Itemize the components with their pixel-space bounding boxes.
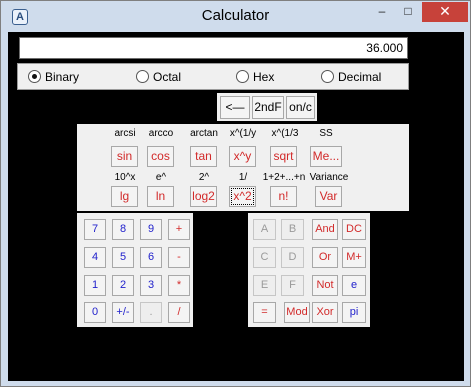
close-button[interactable]: ✕ [422,2,468,22]
key-1[interactable]: 1 [84,275,106,296]
key-3[interactable]: 3 [140,275,162,296]
title-bar[interactable]: A Calculator – □ ✕ [1,1,470,32]
key-dc[interactable]: DC [342,219,366,240]
key-mod[interactable]: Mod [284,302,310,323]
key-0[interactable]: 0 [84,302,106,323]
sin-button[interactable]: sin [111,146,138,167]
sqrt-button[interactable]: sqrt [270,146,297,167]
key-8[interactable]: 8 [112,219,134,240]
radio-octal-dot [136,70,149,83]
radio-decimal-dot [321,70,334,83]
lg-button[interactable]: lg [111,186,138,207]
radio-decimal-label: Decimal [338,70,382,84]
key-subtract[interactable]: - [168,247,190,268]
key-hex-b[interactable]: B [281,219,304,240]
key-memory-add[interactable]: M+ [342,247,366,268]
sci-label-ss: SS [319,128,333,139]
mean-button[interactable]: Me... [310,146,342,167]
sci-label-variance: Variance [309,172,349,183]
key-9[interactable]: 9 [140,219,162,240]
key-hex-f[interactable]: F [281,275,304,296]
sci-label-arccos: arcco [148,128,174,139]
power-button[interactable]: x^y [229,146,256,167]
backspace-button[interactable]: <— [220,96,250,119]
key-pi[interactable]: pi [342,302,366,323]
key-or[interactable]: Or [312,247,338,268]
clear-button[interactable]: on/c [286,96,315,119]
square-button[interactable]: x^2 [229,186,256,207]
tan-button[interactable]: tan [190,146,217,167]
key-add[interactable]: + [168,219,190,240]
sci-label-cuberoot: x^(1/3 [271,128,299,139]
key-5[interactable]: 5 [112,247,134,268]
maximize-button[interactable]: □ [395,2,421,22]
key-divide[interactable]: / [168,302,190,323]
radio-hex-dot [236,70,249,83]
radio-octal-label: Octal [153,70,182,84]
minimize-button[interactable]: – [369,2,395,22]
radio-binary-label: Binary [45,70,80,84]
radio-hex-label: Hex [253,70,275,84]
scientific-panel: arcsi arcco arctan x^(1/y x^(1/3 SS sin … [77,124,409,211]
key-decimal[interactable]: . [140,302,162,323]
key-multiply[interactable]: * [168,275,190,296]
key-hex-e[interactable]: E [253,275,276,296]
key-e-constant[interactable]: e [342,275,366,296]
hex-logic-pad: A B And DC C D Or M+ E F Not e = Mod Xor… [248,213,370,327]
sci-label-sum-n: 1+2+...+n [262,172,306,183]
key-negate[interactable]: +/- [112,302,134,323]
key-equals[interactable]: = [253,302,276,323]
key-not[interactable]: Not [312,275,338,296]
cos-button[interactable]: cos [147,146,174,167]
sci-label-yroot: x^(1/y [229,128,257,139]
radix-selector: Binary Octal Hex Decimal [17,63,409,90]
number-pad: 7 8 9 + 4 5 6 - 1 2 3 * 0 +/- . / [77,213,193,327]
ln-button[interactable]: ln [147,186,174,207]
key-6[interactable]: 6 [140,247,162,268]
variance-button[interactable]: Var [315,186,342,207]
control-panel: <— 2ndF on/c [217,93,317,121]
key-hex-d[interactable]: D [281,247,304,268]
key-2[interactable]: 2 [112,275,134,296]
key-and[interactable]: And [312,219,338,240]
key-hex-c[interactable]: C [253,247,276,268]
key-hex-a[interactable]: A [253,219,276,240]
key-4[interactable]: 4 [84,247,106,268]
sci-label-ex: e^ [155,172,167,183]
sci-label-reciprocal: 1/ [238,172,248,183]
second-function-button[interactable]: 2ndF [252,96,284,119]
key-7[interactable]: 7 [84,219,106,240]
log2-button[interactable]: log2 [190,186,217,207]
factorial-button[interactable]: n! [270,186,297,207]
result-display[interactable]: 36.000 [19,37,408,59]
key-xor[interactable]: Xor [312,302,338,323]
radio-binary-dot [28,70,41,83]
